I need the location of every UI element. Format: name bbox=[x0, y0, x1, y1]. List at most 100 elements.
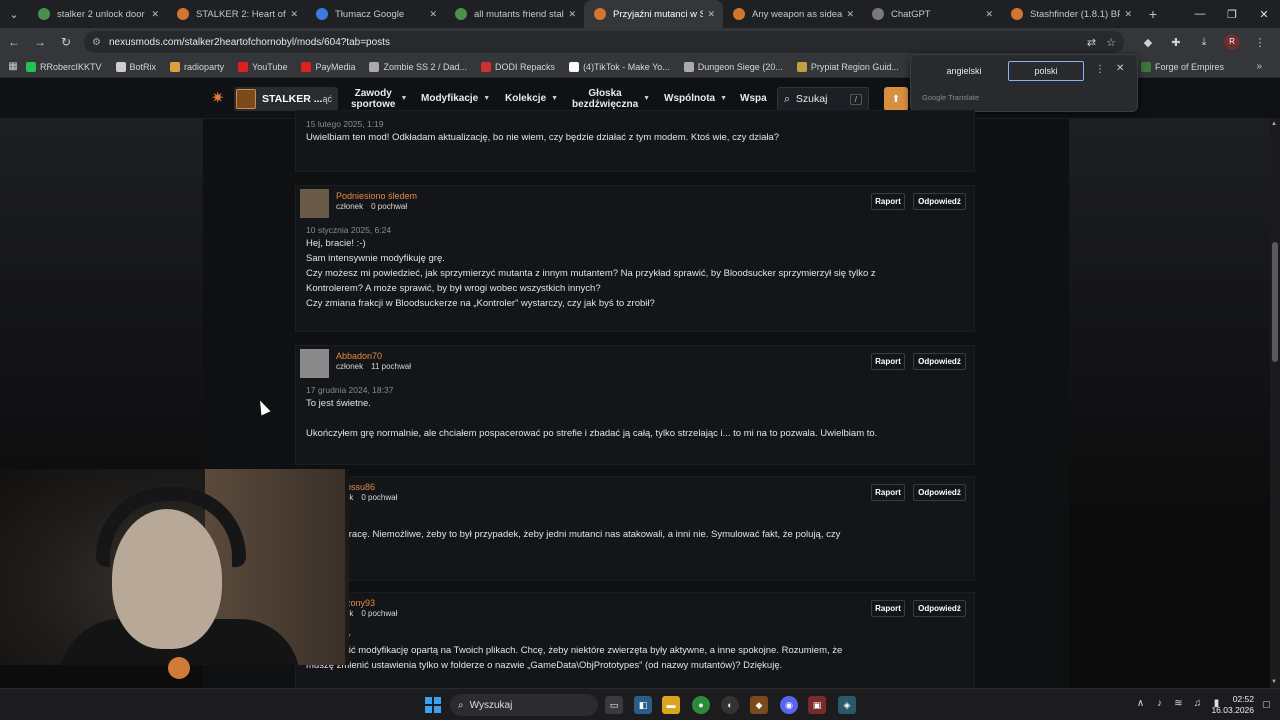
report-button[interactable]: Raport bbox=[871, 600, 905, 617]
scroll-down-icon[interactable]: ▼ bbox=[1271, 679, 1277, 685]
tab-close-icon[interactable]: ✕ bbox=[846, 9, 854, 20]
report-button[interactable]: Raport bbox=[871, 193, 905, 210]
tab-close-icon[interactable]: ✕ bbox=[1124, 9, 1132, 20]
tab-close-icon[interactable]: ✕ bbox=[429, 9, 437, 20]
browser-tab[interactable]: Tłumacz Google ✕ bbox=[306, 0, 445, 28]
translate-close-icon[interactable]: ✕ bbox=[1116, 63, 1124, 74]
translate-icon[interactable]: ⇄ bbox=[1087, 36, 1096, 49]
post-text-line: To jest świetne. bbox=[306, 398, 371, 409]
clock[interactable]: 02:52 16.03.2026 bbox=[1208, 694, 1254, 716]
game-selector[interactable]: STALKER ... ąć bbox=[234, 87, 338, 111]
bookmark-forge[interactable]: Forge of Empires bbox=[1141, 61, 1224, 72]
browser-tab[interactable]: stalker 2 unlock door con ✕ bbox=[28, 0, 167, 28]
translate-menu-icon[interactable]: ⋮ bbox=[1095, 64, 1105, 75]
bookmark-star-icon[interactable]: ☆ bbox=[1106, 36, 1116, 49]
app-icon-1[interactable]: ◧ bbox=[634, 696, 652, 714]
post-author[interactable]: Abbadon70 bbox=[336, 351, 382, 361]
back-icon[interactable]: ← bbox=[2, 30, 26, 54]
tab-close-icon[interactable]: ✕ bbox=[568, 9, 576, 20]
volume-icon[interactable]: ♫ bbox=[1188, 698, 1207, 709]
extension-icon[interactable]: ◆ bbox=[1134, 36, 1162, 49]
scroll-up-icon[interactable]: ▲ bbox=[1271, 121, 1277, 127]
file-explorer-icon[interactable]: ▬ bbox=[662, 696, 680, 714]
tab-close-icon[interactable]: ✕ bbox=[151, 9, 159, 20]
taskbar-search[interactable]: ⌕ Wyszukaj bbox=[450, 694, 598, 716]
site-search[interactable]: ⌕ Szukaj / bbox=[777, 87, 869, 111]
apps-grid-icon[interactable]: ▦ bbox=[0, 61, 26, 72]
chevron-down-icon: ▼ bbox=[643, 95, 651, 102]
bookmarks-more-icon[interactable]: » bbox=[1256, 61, 1262, 72]
reply-button[interactable]: Odpowiedź bbox=[913, 600, 966, 617]
task-view-icon[interactable]: ▭ bbox=[605, 696, 623, 714]
tab-close-icon[interactable]: ✕ bbox=[290, 9, 298, 20]
app-icon-3[interactable]: ◆ bbox=[750, 696, 768, 714]
reload-icon[interactable]: ↻ bbox=[54, 30, 78, 54]
site-info-icon[interactable]: ⚙ bbox=[92, 37, 101, 48]
upload-icon[interactable]: ⬆ bbox=[884, 87, 908, 111]
browser-tab[interactable]: ChatGPT ✕ bbox=[862, 0, 1001, 28]
bookmark-item[interactable]: PayMedia bbox=[301, 61, 355, 72]
download-icon[interactable]: ⤓ bbox=[1190, 36, 1218, 49]
bookmark-item[interactable]: YouTube bbox=[238, 61, 287, 72]
post-text-line: Sam intensywnie modyfikuję grę. bbox=[306, 253, 445, 264]
post-meta: członek 0 pochwał bbox=[336, 202, 407, 211]
maximize-icon[interactable]: ❐ bbox=[1216, 0, 1248, 28]
post-text-line: Kontrolerem? A może sprawić, by był wrog… bbox=[306, 283, 601, 294]
bookmark-favicon-icon bbox=[238, 61, 249, 72]
notification-icon[interactable]: ▢ bbox=[1262, 699, 1271, 710]
tab-close-icon[interactable]: ✕ bbox=[985, 9, 993, 20]
tab-search-icon[interactable]: ⌄ bbox=[0, 0, 28, 28]
wifi-icon[interactable]: ≋ bbox=[1169, 698, 1188, 709]
close-window-icon[interactable]: ✕ bbox=[1248, 0, 1280, 28]
microphone-icon[interactable]: ♪ bbox=[1150, 698, 1169, 709]
avatar[interactable] bbox=[300, 189, 329, 218]
report-button[interactable]: Raport bbox=[871, 484, 905, 501]
scrollbar[interactable] bbox=[1270, 119, 1280, 688]
bookmark-favicon-icon bbox=[796, 61, 807, 72]
reply-button[interactable]: Odpowiedź bbox=[913, 484, 966, 501]
start-button-icon[interactable] bbox=[425, 697, 441, 713]
bookmark-label: (4)TikTok - Make Yo... bbox=[583, 61, 670, 72]
app-icon-5[interactable]: ◈ bbox=[838, 696, 856, 714]
browser-tab[interactable]: Stashfinder (1.8.1) BPATC ✕ bbox=[1001, 0, 1140, 28]
extensions-puzzle-icon[interactable]: ✚ bbox=[1162, 36, 1190, 49]
browser-tab[interactable]: Przyjaźni mutanci w STALK ✕ bbox=[584, 0, 723, 28]
new-tab-button[interactable]: + bbox=[1140, 6, 1166, 22]
browser-tab[interactable]: all mutants friend stalker ✕ bbox=[445, 0, 584, 28]
app-icon-4[interactable]: ▣ bbox=[808, 696, 826, 714]
report-button[interactable]: Raport bbox=[871, 353, 905, 370]
tab-strip: ⌄ stalker 2 unlock door con ✕ STALKER 2:… bbox=[0, 0, 1280, 28]
menu-dots-icon[interactable]: ⋮ bbox=[1246, 36, 1274, 49]
nexus-logo-icon[interactable]: ✷ bbox=[211, 91, 227, 107]
discord-icon[interactable]: ◉ bbox=[780, 696, 798, 714]
bookmark-item[interactable]: RRobercIKKTV bbox=[26, 61, 102, 72]
bookmark-item[interactable]: (4)TikTok - Make Yo... bbox=[569, 61, 670, 72]
scrollbar-thumb[interactable] bbox=[1272, 242, 1278, 362]
minimize-icon[interactable]: — bbox=[1184, 0, 1216, 28]
bookmark-item[interactable]: Prypiat Region Guid... bbox=[796, 61, 899, 72]
post-author[interactable]: Podniesiono śledem bbox=[336, 191, 417, 201]
tab-close-icon[interactable]: ✕ bbox=[707, 9, 715, 20]
translate-target-lang[interactable]: polski bbox=[1008, 61, 1084, 81]
translate-source-lang[interactable]: angielski bbox=[923, 61, 1005, 81]
bookmark-item[interactable]: Zombie SS 2 / Dad... bbox=[369, 61, 467, 72]
profile-avatar[interactable]: R bbox=[1224, 34, 1240, 50]
bookmark-item[interactable]: radioparty bbox=[170, 61, 224, 72]
bookmark-item[interactable]: Dungeon Siege (20... bbox=[683, 61, 783, 72]
bookmark-item[interactable]: DODI Repacks bbox=[481, 61, 555, 72]
forward-icon[interactable]: → bbox=[28, 30, 52, 54]
browser-tab[interactable]: Any weapon as sidearm a ✕ bbox=[723, 0, 862, 28]
browser-tab[interactable]: STALKER 2: Heart of Czarn ✕ bbox=[167, 0, 306, 28]
chrome-icon[interactable]: ● bbox=[692, 696, 710, 714]
url-text: nexusmods.com/stalker2heartofchornobyl/m… bbox=[108, 36, 390, 48]
address-bar[interactable]: ⚙ nexusmods.com/stalker2heartofchornobyl… bbox=[84, 31, 1124, 53]
chevron-down-icon: ▼ bbox=[400, 95, 408, 102]
post-kudos: 0 pochwał bbox=[371, 202, 408, 211]
floating-badge-icon[interactable] bbox=[168, 657, 190, 679]
tray-chevron-icon[interactable]: ∧ bbox=[1131, 698, 1150, 709]
reply-button[interactable]: Odpowiedź bbox=[913, 193, 966, 210]
avatar[interactable] bbox=[300, 349, 329, 378]
app-icon-2[interactable]: ◐ bbox=[721, 696, 739, 714]
bookmark-item[interactable]: BotRix bbox=[115, 61, 156, 72]
reply-button[interactable]: Odpowiedź bbox=[913, 353, 966, 370]
